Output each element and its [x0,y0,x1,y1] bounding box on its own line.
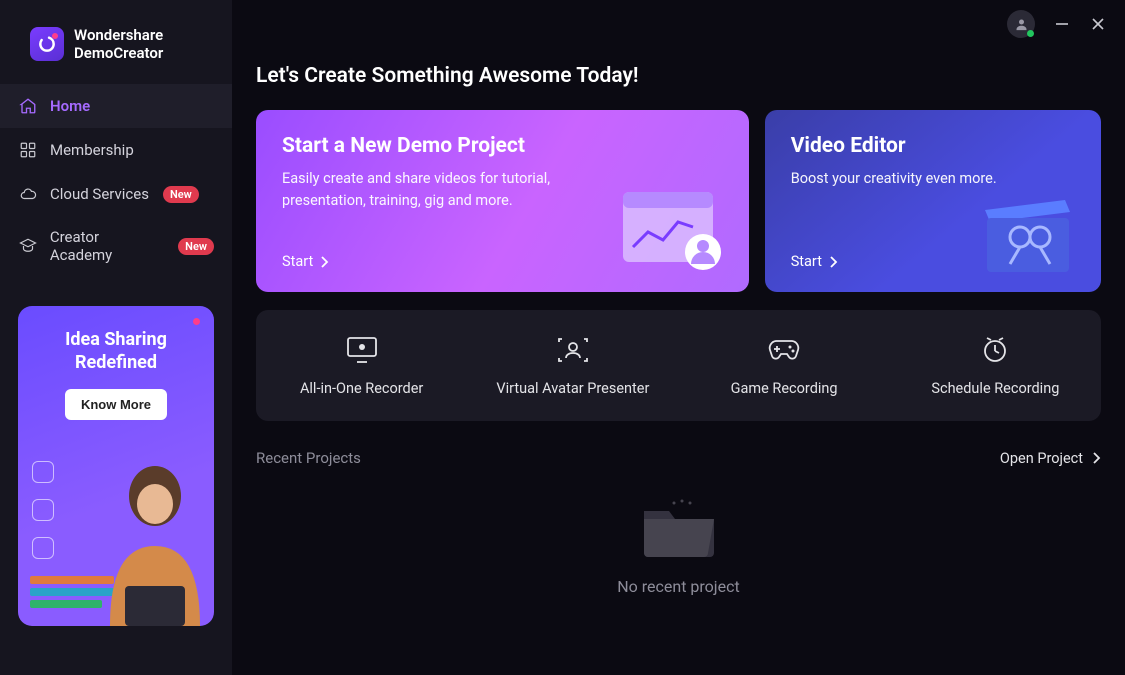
nav-cloud[interactable]: Cloud Services New [0,172,232,216]
empty-message: No recent project [617,577,739,596]
app-logo: Wondershare DemoCreator [0,16,232,80]
nav-membership[interactable]: Membership [0,128,232,172]
nav: Home Membership Cloud Services New Creat… [0,84,232,276]
promo-card[interactable]: Idea SharingRedefined Know More [18,306,214,626]
page-title: Let's Create Something Awesome Today! [256,64,1101,88]
demo-illustration [613,182,733,282]
logo-text: Wondershare DemoCreator [74,26,163,62]
chevron-right-icon [321,256,329,268]
close-button[interactable] [1089,15,1107,33]
tool-label: All-in-One Recorder [300,380,423,397]
new-badge: New [163,186,199,203]
nav-academy[interactable]: Creator Academy New [0,216,232,276]
nav-label: Creator Academy [50,228,164,264]
logo-icon [30,27,64,61]
start-link[interactable]: Start [791,253,838,270]
cloud-icon [18,184,38,204]
chevron-right-icon [830,256,838,268]
titlebar [1007,10,1107,38]
minimize-button[interactable] [1053,15,1071,33]
editor-illustration [975,182,1085,282]
tool-game[interactable]: Game Recording [679,334,890,397]
profile-button[interactable] [1007,10,1035,38]
card-title: Start a New Demo Project [282,134,723,158]
tool-label: Game Recording [731,380,838,397]
nav-home[interactable]: Home [0,84,232,128]
tool-schedule[interactable]: Schedule Recording [890,334,1101,397]
clock-icon [980,334,1010,366]
card-desc: Easily create and share videos for tutor… [282,168,612,212]
know-more-button[interactable]: Know More [65,389,167,420]
promo-illustration [70,456,214,626]
recent-empty: No recent project [256,491,1101,596]
tool-avatar[interactable]: Virtual Avatar Presenter [467,334,678,397]
main: Let's Create Something Awesome Today! St… [232,0,1125,675]
video-editor-card[interactable]: Video Editor Boost your creativity even … [765,110,1101,292]
promo-side-icons [32,461,54,559]
home-icon [18,96,38,116]
new-badge: New [178,238,214,255]
grid-icon [18,140,38,160]
recorder-icon [345,334,379,366]
folder-icon [634,491,724,561]
sidebar: Wondershare DemoCreator Home Membership … [0,0,232,675]
nav-label: Home [50,97,90,115]
gamepad-icon [766,334,802,366]
chevron-right-icon [1093,452,1101,464]
academy-icon [18,236,38,256]
tool-label: Virtual Avatar Presenter [496,380,649,397]
nav-label: Cloud Services [50,185,149,203]
tool-label: Schedule Recording [931,380,1059,397]
new-demo-card[interactable]: Start a New Demo Project Easily create a… [256,110,749,292]
start-link[interactable]: Start [282,253,329,270]
hero-cards: Start a New Demo Project Easily create a… [256,110,1101,292]
avatar-icon [556,334,590,366]
recent-title: Recent Projects [256,449,361,467]
open-project-button[interactable]: Open Project [1000,450,1101,467]
recent-header: Recent Projects Open Project [256,449,1101,467]
promo-title: Idea SharingRedefined [32,328,200,375]
nav-label: Membership [50,141,134,159]
tool-recorder[interactable]: All-in-One Recorder [256,334,467,397]
card-title: Video Editor [791,134,1075,158]
tools-row: All-in-One Recorder Virtual Avatar Prese… [256,310,1101,421]
